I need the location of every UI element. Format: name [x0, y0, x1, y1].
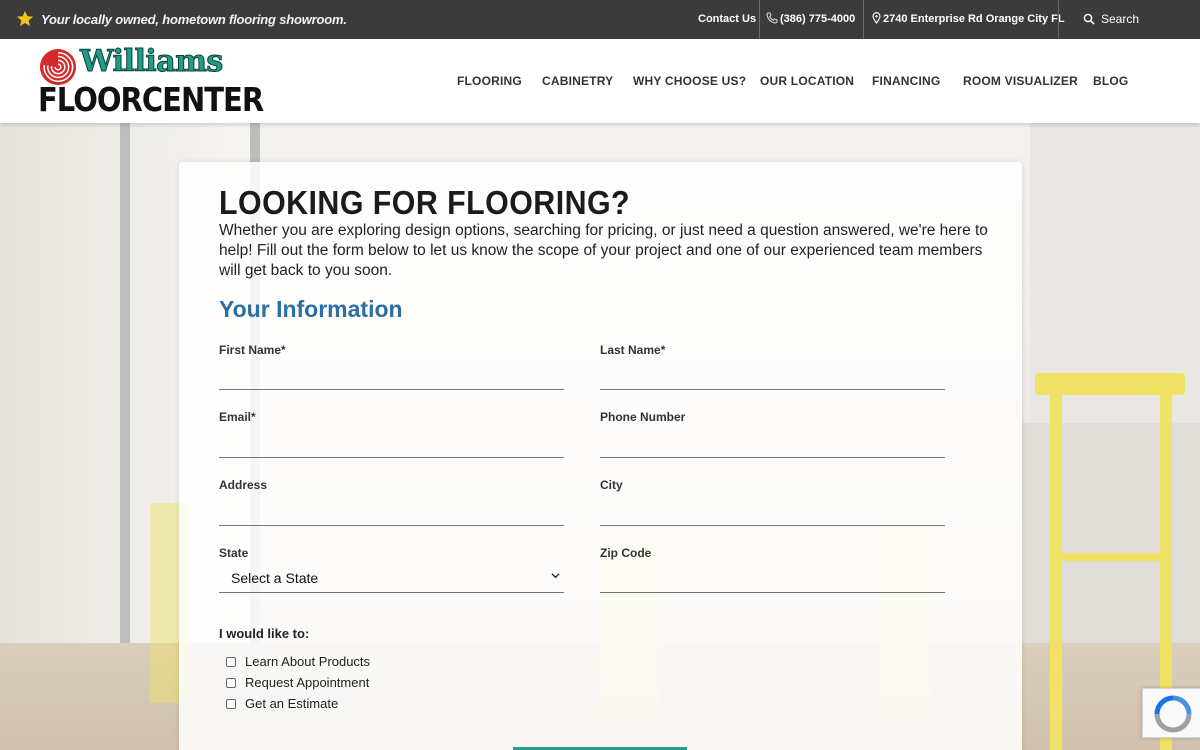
checkbox-label: Learn About Products [245, 654, 371, 669]
zip-input[interactable] [600, 563, 945, 593]
checkbox[interactable] [226, 678, 236, 688]
address-text: 2740 Enterprise Rd Orange City FL [883, 13, 1065, 25]
divider [759, 0, 760, 39]
first-name-label: First Name* [219, 343, 286, 357]
state-select-value: Select a State [231, 570, 319, 586]
site-header: Williams FLOORCENTER FLOORING CABINETRY … [0, 39, 1200, 123]
nav-flooring[interactable]: FLOORING [457, 39, 522, 123]
recaptcha-badge[interactable] [1142, 688, 1200, 738]
divider [1058, 0, 1059, 39]
email-label: Email* [219, 410, 256, 424]
city-input[interactable] [600, 496, 945, 526]
divider [863, 0, 864, 39]
address-link[interactable]: 2740 Enterprise Rd Orange City FL [872, 0, 1065, 39]
last-name-label: Last Name* [600, 343, 666, 357]
last-name-input[interactable] [600, 360, 945, 390]
email-input[interactable] [219, 428, 564, 458]
checkbox-learn-products[interactable]: Learn About Products [226, 654, 370, 669]
top-bar: Your locally owned, hometown flooring sh… [0, 0, 1200, 39]
logo-floorcenter: FLOORCENTER [38, 80, 264, 120]
map-pin-icon [872, 12, 881, 24]
phone-label: Phone Number [600, 410, 686, 424]
checkbox[interactable] [226, 699, 236, 709]
address-label: Address [219, 478, 268, 492]
checkbox-label: Get an Estimate [245, 696, 339, 711]
first-name-input[interactable] [219, 360, 564, 390]
checkbox[interactable] [226, 657, 236, 667]
state-label: State [219, 546, 249, 560]
zip-label: Zip Code [600, 546, 652, 560]
search-label: Search [1101, 12, 1140, 26]
phone-link[interactable]: (386) 775-4000 [766, 0, 855, 39]
chevron-down-icon [551, 573, 560, 579]
address-input[interactable] [219, 496, 564, 526]
nav-our-location[interactable]: OUR LOCATION [760, 39, 854, 123]
search-button[interactable]: Search [1083, 0, 1139, 39]
contact-us-link[interactable]: Contact Us [698, 0, 756, 39]
section-heading: Your Information [219, 296, 403, 322]
phone-input[interactable] [600, 428, 945, 458]
star-icon [16, 10, 34, 27]
state-select[interactable]: Select a State [219, 563, 564, 593]
form-title: LOOKING FOR FLOORING? [219, 184, 631, 221]
nav-why-choose-us[interactable]: WHY CHOOSE US? [633, 39, 746, 123]
tagline: Your locally owned, hometown flooring sh… [41, 12, 347, 27]
checkbox-group-title: I would like to: [219, 626, 310, 641]
nav-financing[interactable]: FINANCING [872, 39, 940, 123]
form-intro: Whether you are exploring design options… [219, 222, 988, 279]
checkbox-get-estimate[interactable]: Get an Estimate [226, 696, 338, 711]
recaptcha-icon [1154, 695, 1192, 733]
checkbox-label: Request Appointment [245, 675, 370, 690]
nav-blog[interactable]: BLOG [1093, 39, 1128, 123]
logo-williams: Williams [80, 44, 224, 80]
checkbox-request-appointment[interactable]: Request Appointment [226, 675, 369, 690]
logo[interactable]: Williams FLOORCENTER [38, 44, 264, 120]
nav-cabinetry[interactable]: CABINETRY [542, 39, 613, 123]
contact-form-card: LOOKING FOR FLOORING? Whether you are ex… [179, 162, 1022, 750]
phone-number: (386) 775-4000 [780, 13, 856, 25]
phone-icon [766, 12, 778, 24]
search-icon [1083, 13, 1095, 25]
city-label: City [600, 478, 623, 492]
nav-room-visualizer[interactable]: ROOM VISUALIZER [963, 39, 1078, 123]
